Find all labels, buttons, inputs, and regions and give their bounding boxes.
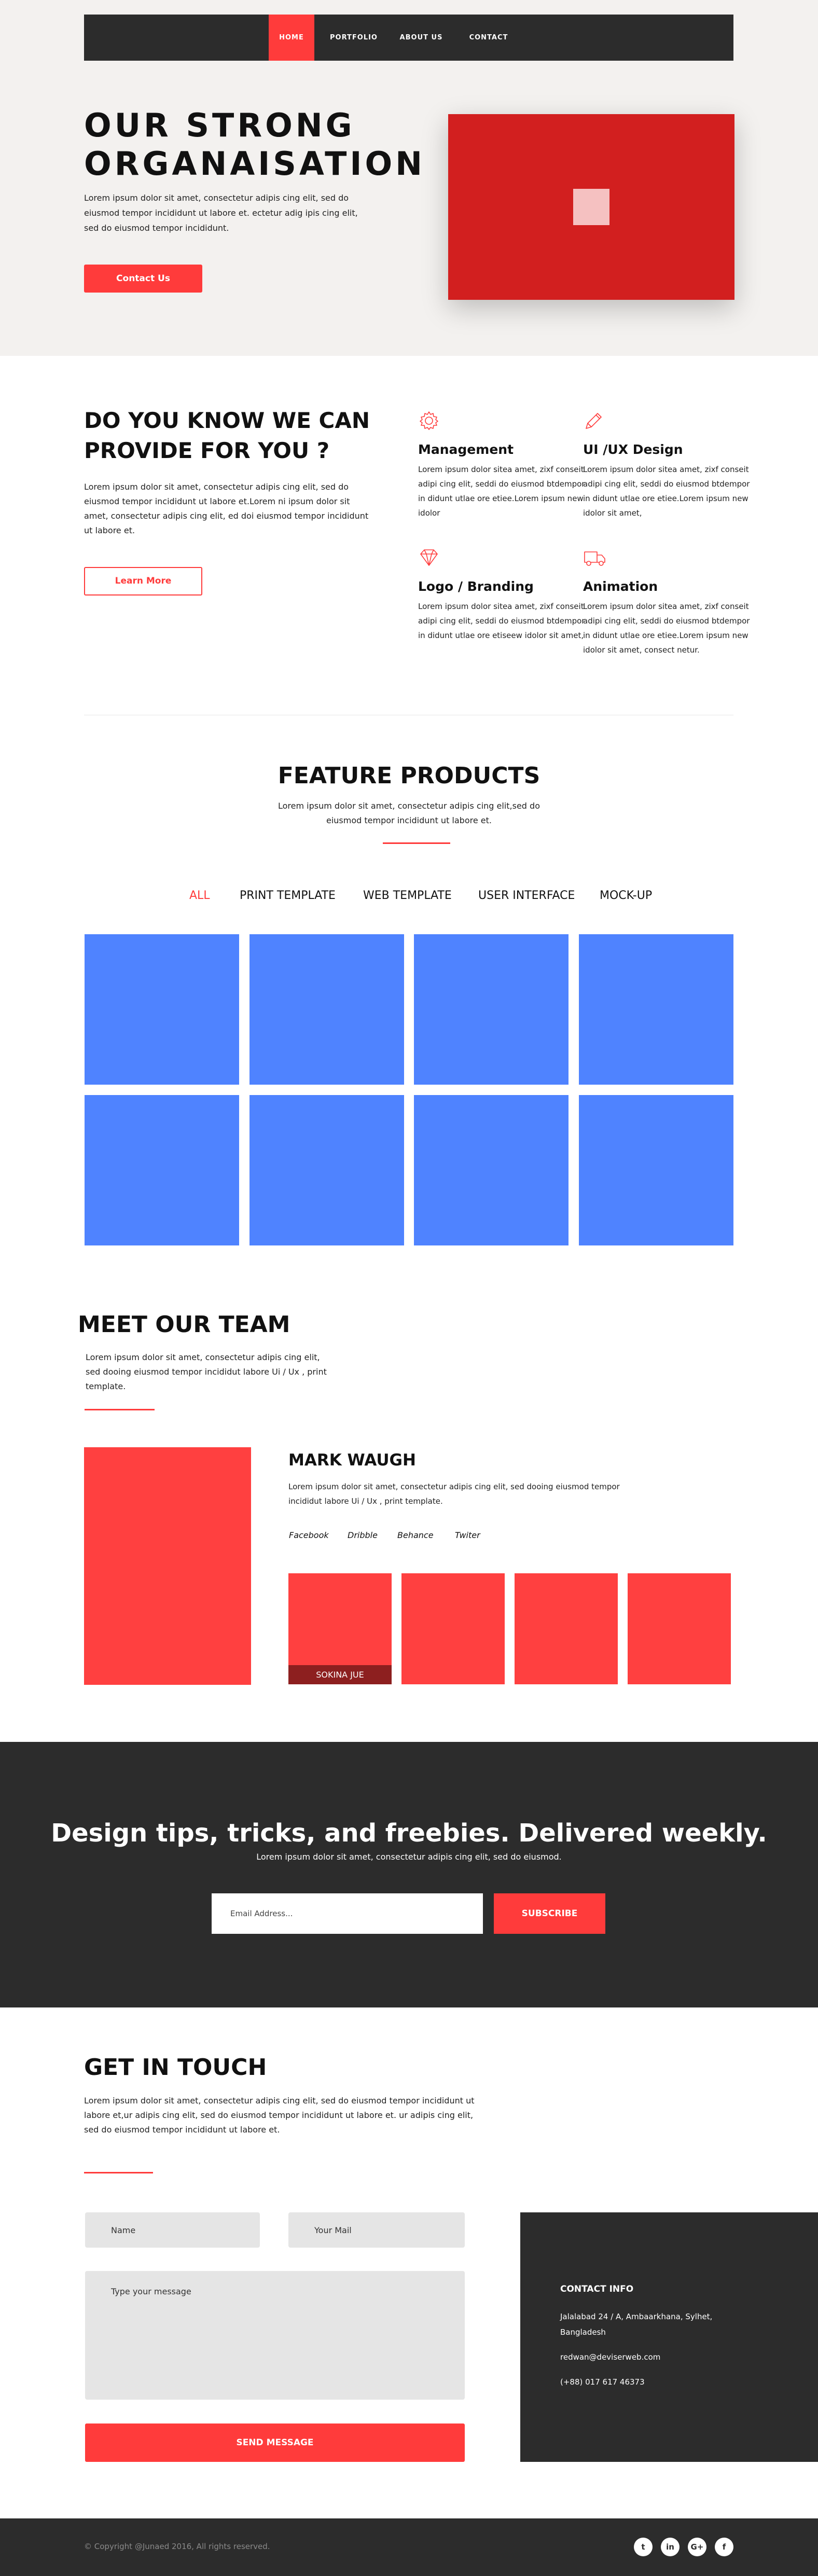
service-text: Lorem ipsum dolor sitea amet, zixf conse… <box>583 602 750 655</box>
service-text: Lorem ipsum dolor sitea amet, zixf conse… <box>418 602 585 640</box>
truck-icon <box>584 551 605 566</box>
twitter-icon[interactable]: t <box>634 2538 653 2556</box>
team-thumbnail[interactable] <box>401 1573 505 1684</box>
contact-info-panel: CONTACT INFO Jalalabad 24 / A, Ambaarkha… <box>520 2212 818 2462</box>
email-field[interactable] <box>288 2212 465 2248</box>
send-message-button[interactable]: SEND MESSAGE <box>85 2423 465 2462</box>
service-animation: Animation Lorem ipsum dolor sitea amet, … <box>583 547 754 657</box>
contact-info-phone: (+88) 017 617 46373 <box>560 2377 645 2387</box>
contact-us-button[interactable]: Contact Us <box>84 265 202 293</box>
social-link-facebook[interactable]: Facebook <box>289 1530 329 1540</box>
main-nav: HOME PORTFOLIO ABOUT US CONTACT <box>84 15 733 61</box>
provide-title: DO YOU KNOW WE CAN PROVIDE FOR YOU ? <box>84 408 370 463</box>
subscribe-button[interactable]: SUBSCRIBE <box>494 1893 605 1934</box>
team-underline <box>85 1409 155 1410</box>
footer: © Copyright @Junaed 2016, All rights res… <box>0 2518 818 2576</box>
service-text: Lorem ipsum dolor sitea amet, zixf conse… <box>583 465 750 518</box>
product-tile[interactable] <box>85 934 239 1085</box>
team-description: Lorem ipsum dolor sit amet, consectetur … <box>86 1352 327 1391</box>
service-ui-ux-design: UI /UX Design Lorem ipsum dolor sitea am… <box>583 410 754 520</box>
service-title: Management <box>418 442 514 457</box>
service-title: Animation <box>583 579 658 594</box>
hero-image-square <box>573 189 609 225</box>
feature-underline <box>383 842 450 844</box>
email-address-input[interactable] <box>212 1893 483 1934</box>
pencil-icon <box>586 413 602 429</box>
provide-description: Lorem ipsum dolor sit amet, consectetur … <box>84 482 369 535</box>
product-tile[interactable] <box>249 934 404 1085</box>
product-tile[interactable] <box>579 1095 733 1245</box>
social-link-twitter[interactable]: Twiter <box>455 1530 480 1540</box>
team-thumbnail[interactable]: SOKINA JUE <box>288 1573 392 1684</box>
contact-description: Lorem ipsum dolor sit amet, consectetur … <box>84 2096 475 2135</box>
nav-item-home[interactable]: HOME <box>269 15 314 61</box>
contact-info-address: Jalalabad 24 / A, Ambaarkhana, Sylhet, B… <box>560 2312 713 2337</box>
newsletter-title: Design tips, tricks, and freebies. Deliv… <box>51 1819 767 1848</box>
name-field[interactable] <box>85 2212 260 2248</box>
team-thumbnail[interactable] <box>515 1573 618 1684</box>
hero-image <box>448 114 734 300</box>
facebook-icon[interactable]: f <box>715 2538 733 2556</box>
newsletter-description: Lorem ipsum dolor sit amet, consectetur … <box>256 1852 562 1862</box>
nav-item-about-us[interactable]: ABOUT US <box>387 15 455 61</box>
hero-section: HOME PORTFOLIO ABOUT US CONTACT OUR STRO… <box>0 0 818 356</box>
filter-web-template[interactable]: WEB TEMPLATE <box>363 889 452 902</box>
product-tile[interactable] <box>414 1095 569 1245</box>
google-plus-icon[interactable]: G+ <box>688 2538 706 2556</box>
filter-mock-up[interactable]: MOCK-UP <box>600 889 652 902</box>
feature-title: FEATURE PRODUCTS <box>278 763 540 789</box>
product-tile[interactable] <box>249 1095 404 1245</box>
product-tile[interactable] <box>579 934 733 1085</box>
gear-icon <box>420 411 438 430</box>
service-title: UI /UX Design <box>583 442 683 457</box>
social-link-behance[interactable]: Behance <box>397 1530 434 1540</box>
service-text: Lorem ipsum dolor sitea amet, zixf conse… <box>418 465 585 518</box>
service-logo-branding: Logo / Branding Lorem ipsum dolor sitea … <box>418 547 589 643</box>
social-link-dribble[interactable]: Dribble <box>348 1530 378 1540</box>
contact-info-title: CONTACT INFO <box>560 2284 634 2294</box>
learn-more-button[interactable]: Learn More <box>84 567 202 595</box>
team-member-name: MARK WAUGH <box>288 1451 416 1470</box>
team-member-photo <box>84 1447 251 1685</box>
copyright-text: © Copyright @Junaed 2016, All rights res… <box>84 2542 270 2551</box>
message-field[interactable] <box>85 2271 465 2400</box>
team-thumbnail-caption: SOKINA JUE <box>288 1665 392 1684</box>
feature-description: Lorem ipsum dolor sit amet, consectetur … <box>278 801 540 825</box>
product-tile[interactable] <box>85 1095 239 1245</box>
contact-title: GET IN TOUCH <box>84 2054 267 2081</box>
hero-description: Lorem ipsum dolor sit amet, consectetur … <box>84 193 358 233</box>
filter-user-interface[interactable]: USER INTERFACE <box>478 889 575 902</box>
contact-info-email[interactable]: redwan@deviserweb.com <box>560 2352 660 2362</box>
filter-print-template[interactable]: PRINT TEMPLATE <box>240 889 336 902</box>
team-thumbnail[interactable] <box>628 1573 731 1684</box>
service-management: Management Lorem ipsum dolor sitea amet,… <box>418 410 589 520</box>
service-title: Logo / Branding <box>418 579 534 594</box>
team-title: MEET OUR TEAM <box>78 1311 290 1338</box>
team-member-description: Lorem ipsum dolor sit amet, consectetur … <box>288 1482 620 1506</box>
diamond-icon <box>420 549 438 566</box>
filter-all[interactable]: ALL <box>189 889 210 902</box>
nav-item-portfolio[interactable]: PORTFOLIO <box>320 15 387 61</box>
product-tile[interactable] <box>414 934 569 1085</box>
hero-title: OUR STRONG ORGANAISATION <box>84 106 426 183</box>
nav-item-contact[interactable]: CONTACT <box>455 15 522 61</box>
linkedin-icon[interactable]: in <box>661 2538 680 2556</box>
contact-underline <box>84 2172 153 2173</box>
newsletter-section: Design tips, tricks, and freebies. Deliv… <box>0 1742 818 2007</box>
